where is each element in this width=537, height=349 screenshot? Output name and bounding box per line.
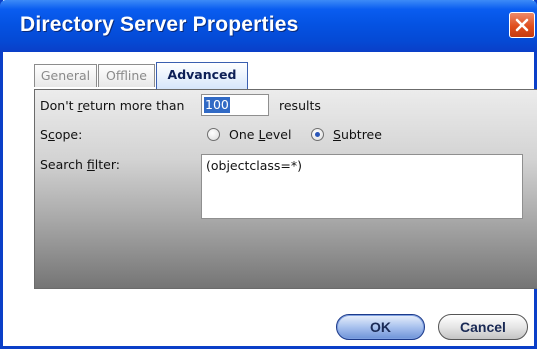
advanced-panel: Don't return more than 100 results Scope… [34,89,537,289]
tab-advanced[interactable]: Advanced [156,62,248,89]
ok-button[interactable]: OK [336,314,425,340]
radio-selected-dot [315,132,320,137]
window-title: Directory Server Properties [20,13,299,36]
subtree-label[interactable]: Subtree [333,127,382,142]
dialog-content: General Offline Advanced Don't return mo… [3,52,537,346]
result-limit-value: 100 [204,97,230,113]
close-button[interactable] [509,12,535,38]
result-limit-label: Don't return more than [40,98,185,113]
one-level-radio[interactable] [207,128,220,141]
search-filter-textarea[interactable]: (objectclass=*) [201,154,523,219]
scope-label: Scope: [40,127,83,142]
tab-offline[interactable]: Offline [98,64,155,87]
search-filter-label: Search filter: [40,157,120,172]
cancel-button[interactable]: Cancel [438,314,528,340]
tab-general[interactable]: General [34,64,97,87]
dialog-window: Directory Server Properties General Offl… [0,0,537,349]
subtree-radio[interactable] [311,128,324,141]
title-bar[interactable]: Directory Server Properties [0,0,537,52]
result-limit-input[interactable]: 100 [201,94,269,116]
one-level-label[interactable]: One Level [229,127,291,142]
close-icon [515,18,529,32]
results-suffix-label: results [279,98,321,113]
